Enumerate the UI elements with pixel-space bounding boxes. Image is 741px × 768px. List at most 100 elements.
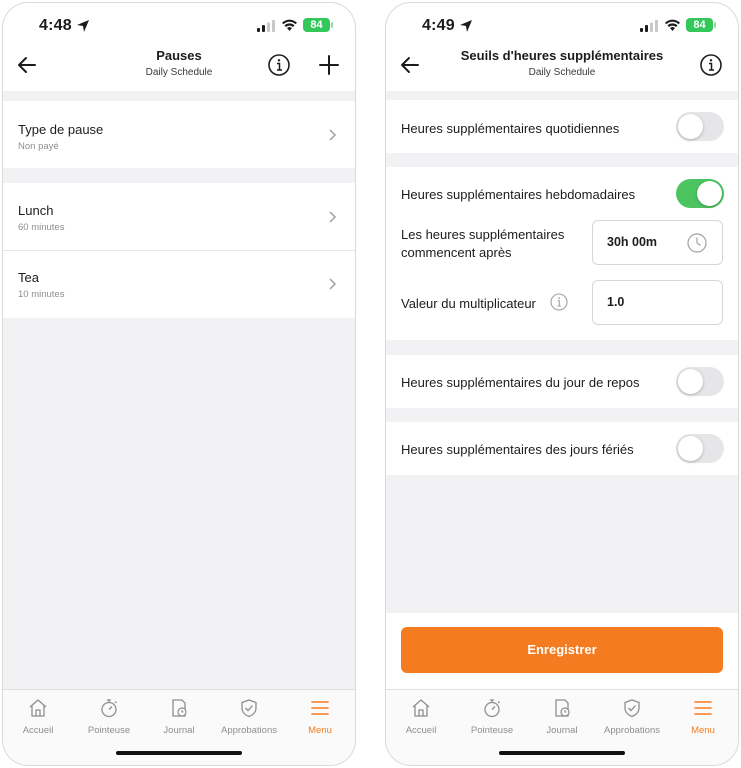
holiday-overtime-label: Heures supplémentaires des jours fériés [401, 442, 634, 457]
wifi-icon [665, 19, 680, 31]
home-icon [29, 699, 47, 717]
shield-check-icon [241, 699, 257, 718]
rest-day-overtime-card: Heures supplémentaires du jour de repos [386, 355, 738, 408]
home-icon [412, 699, 430, 717]
weekly-overtime-toggle[interactable] [676, 179, 724, 208]
multiplier-field[interactable]: 1.0 [592, 280, 723, 325]
tab-label: Pointeuse [87, 725, 131, 736]
holiday-overtime-toggle[interactable] [676, 434, 724, 463]
nav-bar: Seuils d'heures supplémentaires Daily Sc… [386, 47, 738, 91]
page-subtitle: Daily Schedule [145, 67, 213, 78]
home-indicator[interactable] [116, 751, 242, 755]
tab-accueil[interactable]: Accueil [388, 698, 454, 738]
tab-label: Approbations [604, 725, 660, 736]
tab-journal[interactable]: Journal [529, 698, 595, 738]
add-icon[interactable] [317, 53, 341, 77]
breaks-list: Lunch 60 minutes Tea 10 minutes [3, 183, 355, 318]
tab-label: Approbations [221, 725, 277, 736]
tab-accueil[interactable]: Accueil [5, 698, 71, 738]
tab-menu[interactable]: Menu [287, 698, 353, 738]
tab-pointeuse[interactable]: Pointeuse [459, 698, 525, 738]
overtime-thresholds-screen: 4:49 84 Seuils d'heures supplémentaires … [385, 2, 739, 766]
nav-bar: Pauses Daily Schedule [3, 47, 355, 91]
overtime-start-label-line2: commencent après [401, 245, 512, 260]
break-name: Tea [18, 270, 39, 285]
rest-day-overtime-label: Heures supplémentaires du jour de repos [401, 375, 640, 390]
tab-bar: Accueil Pointeuse Journal Approbations M… [3, 689, 355, 765]
tab-menu[interactable]: Menu [670, 698, 736, 738]
overtime-content: Heures supplémentaires quotidiennes Heur… [386, 91, 738, 689]
pauses-screen: 4:48 84 Pauses Daily Schedule Type de pa… [2, 2, 356, 766]
battery-indicator: 84 [686, 18, 716, 32]
toggle-knob [678, 114, 703, 139]
tab-journal[interactable]: Journal [146, 698, 212, 738]
timesheet-icon [555, 699, 570, 717]
weekly-overtime-card: Heures supplémentaires hebdomadaires Les… [386, 167, 738, 340]
list-item-break[interactable]: Lunch 60 minutes [3, 183, 355, 250]
holiday-overtime-card: Heures supplémentaires des jours fériés [386, 422, 738, 475]
tab-label: Journal [546, 725, 578, 736]
break-name: Lunch [18, 203, 54, 218]
info-icon[interactable] [699, 53, 723, 77]
tab-label: Accueil [22, 725, 54, 736]
chevron-right-icon [329, 211, 337, 223]
location-arrow-icon [77, 20, 89, 32]
daily-overtime-label: Heures supplémentaires quotidiennes [401, 121, 620, 136]
weekly-overtime-label: Heures supplémentaires hebdomadaires [401, 187, 636, 202]
duration-value: 30h 00m [607, 235, 658, 249]
tab-label: Menu [308, 725, 332, 736]
save-footer: Enregistrer [386, 613, 738, 689]
stopwatch-icon [484, 699, 500, 718]
break-type-value: Non payé [18, 141, 59, 152]
tab-label: Journal [163, 725, 195, 736]
status-bar: 4:49 84 [386, 3, 738, 47]
wifi-icon [282, 19, 297, 31]
page-title: Seuils d'heures supplémentaires [460, 48, 664, 63]
tab-label: Pointeuse [470, 725, 514, 736]
timesheet-icon [172, 699, 187, 717]
daily-overtime-toggle[interactable] [676, 112, 724, 141]
page-title: Pauses [156, 48, 202, 63]
list-item-break[interactable]: Tea 10 minutes [3, 251, 355, 318]
daily-overtime-card: Heures supplémentaires quotidiennes [386, 100, 738, 153]
info-icon[interactable] [267, 53, 291, 77]
status-bar: 4:48 84 [3, 3, 355, 47]
tab-approbations[interactable]: Approbations [216, 698, 282, 738]
shield-check-icon [624, 699, 640, 718]
rest-day-overtime-toggle[interactable] [676, 367, 724, 396]
overtime-start-label-line1: Les heures supplémentaires [401, 227, 565, 242]
status-time: 4:49 [422, 17, 455, 34]
menu-icon [694, 701, 712, 715]
toggle-knob [697, 181, 722, 206]
toggle-knob [678, 436, 703, 461]
break-duration: 10 minutes [18, 289, 65, 300]
break-type-label: Type de pause [18, 122, 104, 137]
info-icon[interactable] [550, 293, 568, 311]
cellular-signal-icon [640, 20, 658, 32]
multiplier-label: Valeur du multiplicateur [401, 296, 536, 311]
tab-bar: Accueil Pointeuse Journal Approbations M… [386, 689, 738, 765]
chevron-right-icon [329, 278, 337, 290]
page-subtitle: Daily Schedule [528, 67, 596, 78]
battery-indicator: 84 [303, 18, 333, 32]
clock-icon[interactable] [686, 232, 708, 254]
tab-pointeuse[interactable]: Pointeuse [76, 698, 142, 738]
break-duration: 60 minutes [18, 222, 65, 233]
tab-label: Menu [691, 725, 715, 736]
break-type-row[interactable]: Type de pause Non payé [3, 101, 355, 168]
menu-icon [311, 701, 329, 715]
tab-approbations[interactable]: Approbations [599, 698, 665, 738]
location-arrow-icon [460, 20, 472, 32]
pauses-content: Type de pause Non payé Lunch 60 minutes … [3, 91, 355, 689]
toggle-knob [678, 369, 703, 394]
break-type-card: Type de pause Non payé [3, 101, 355, 168]
status-time: 4:48 [39, 17, 72, 34]
overtime-start-duration-field[interactable]: 30h 00m [592, 220, 723, 265]
multiplier-value: 1.0 [607, 295, 625, 309]
home-indicator[interactable] [499, 751, 625, 755]
cellular-signal-icon [257, 20, 275, 32]
chevron-right-icon [329, 129, 337, 141]
tab-label: Accueil [405, 725, 437, 736]
save-button[interactable]: Enregistrer [401, 627, 723, 673]
stopwatch-icon [101, 699, 117, 718]
